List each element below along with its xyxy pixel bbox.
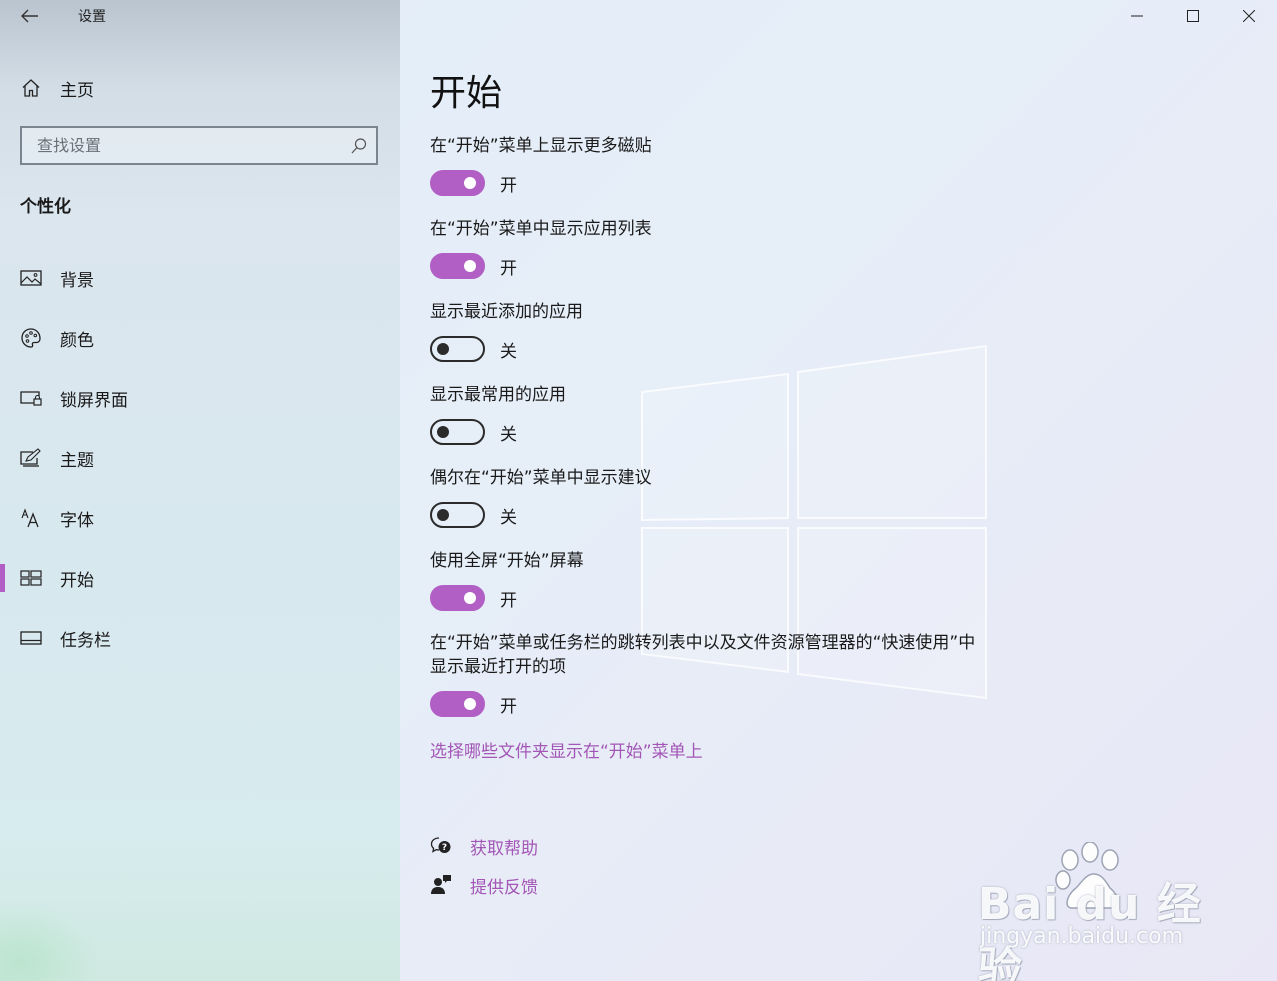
sidebar-item-themes[interactable]: 主题 <box>0 428 400 488</box>
setting-title: 使用全屏“开始”屏幕 <box>430 551 584 571</box>
sidebar-item-background[interactable]: 背景 <box>0 248 400 308</box>
minimize-button[interactable] <box>1109 0 1165 32</box>
lock-screen-icon <box>20 387 42 409</box>
back-arrow-icon <box>21 9 38 23</box>
setting-suggestions: 偶尔在“开始”菜单中显示建议 关 <box>430 466 1030 528</box>
give-feedback-row: 提供反馈 <box>430 872 538 898</box>
setting-recently-added: 显示最近添加的应用 关 <box>430 300 1030 362</box>
sidebar-item-label: 颜色 <box>60 330 94 351</box>
setting-title: 在“开始”菜单上显示更多磁贴 <box>430 136 652 156</box>
toggle-switch[interactable] <box>430 170 485 196</box>
page-title: 开始 <box>430 73 503 114</box>
sidebar-item-start[interactable]: 开始 <box>0 548 400 608</box>
palette-icon <box>20 327 42 349</box>
sidebar-item-label: 背景 <box>60 270 94 291</box>
setting-title: 显示最近添加的应用 <box>430 302 583 322</box>
sidebar-item-taskbar[interactable]: 任务栏 <box>0 608 400 668</box>
toggle-state-label: 开 <box>500 590 517 611</box>
search-input[interactable] <box>35 135 339 156</box>
maximize-button[interactable] <box>1165 0 1221 32</box>
toggle-state-label: 关 <box>500 507 517 528</box>
search-icon[interactable] <box>350 137 368 155</box>
setting-more-tiles: 在“开始”菜单上显示更多磁贴 开 <box>430 134 1030 196</box>
help-chat-icon: ? <box>430 835 452 857</box>
taskbar-icon <box>20 627 42 649</box>
picture-icon <box>20 267 42 289</box>
sidebar-item-label: 锁屏界面 <box>60 390 128 411</box>
back-button[interactable] <box>14 2 46 30</box>
settings-window: 设置 主页 个性化 <box>0 0 1277 981</box>
close-button[interactable] <box>1221 0 1277 32</box>
sidebar-nav: 背景 颜色 锁屏界面 主题 字体 开始 任务栏 <box>0 248 400 668</box>
toggle-state-label: 开 <box>500 258 517 279</box>
toggle-switch[interactable] <box>430 585 485 611</box>
svg-text:?: ? <box>442 843 447 853</box>
sidebar-item-label: 任务栏 <box>60 630 111 651</box>
give-feedback-link[interactable]: 提供反馈 <box>470 873 538 898</box>
toggle-switch[interactable] <box>430 419 485 445</box>
section-title: 个性化 <box>20 197 71 217</box>
toggle-switch[interactable] <box>430 691 485 717</box>
maximize-icon <box>1187 10 1199 22</box>
active-indicator <box>0 564 5 592</box>
home-icon <box>20 77 42 99</box>
toggle-switch[interactable] <box>430 502 485 528</box>
sidebar-item-label: 主页 <box>60 80 94 101</box>
setting-title: 在“开始”菜单中显示应用列表 <box>430 219 652 239</box>
sidebar: 设置 主页 个性化 <box>0 0 400 981</box>
setting-recent-items: 在“开始”菜单或任务栏的跳转列表中以及文件资源管理器的“快速使用”中 显示最近打… <box>430 631 1030 717</box>
minimize-icon <box>1131 15 1143 17</box>
toggle-state-label: 关 <box>500 424 517 445</box>
setting-most-used: 显示最常用的应用 关 <box>430 383 1030 445</box>
close-icon <box>1243 10 1255 22</box>
baidu-watermark: Bai du 经验 jingyan.baidu.com <box>978 842 1218 981</box>
toggle-state-label: 关 <box>500 341 517 362</box>
setting-app-list: 在“开始”菜单中显示应用列表 开 <box>430 217 1030 279</box>
choose-folders-link[interactable]: 选择哪些文件夹显示在“开始”菜单上 <box>430 737 703 762</box>
search-box <box>20 126 378 165</box>
sidebar-item-home[interactable]: 主页 <box>0 68 400 108</box>
sidebar-item-fonts[interactable]: 字体 <box>0 488 400 548</box>
sidebar-item-label: 开始 <box>60 570 94 591</box>
setting-full-screen-start: 使用全屏“开始”屏幕 开 <box>430 549 1030 611</box>
setting-title: 显示最常用的应用 <box>430 385 566 405</box>
toggle-switch[interactable] <box>430 253 485 279</box>
font-icon <box>20 507 42 529</box>
sidebar-item-label: 字体 <box>60 510 94 531</box>
get-help-link[interactable]: 获取帮助 <box>470 834 538 859</box>
sidebar-glow <box>0 901 100 981</box>
app-title: 设置 <box>78 9 106 25</box>
sidebar-item-colors[interactable]: 颜色 <box>0 308 400 368</box>
setting-title-line-1: 在“开始”菜单或任务栏的跳转列表中以及文件资源管理器的“快速使用”中 <box>430 633 976 653</box>
start-icon <box>20 567 42 589</box>
feedback-icon <box>430 874 452 896</box>
theme-icon <box>20 447 42 469</box>
setting-title-line-2: 显示最近打开的项 <box>430 657 566 677</box>
sidebar-item-lock-screen[interactable]: 锁屏界面 <box>0 368 400 428</box>
watermark-url: jingyan.baidu.com <box>980 924 1184 949</box>
toggle-switch[interactable] <box>430 336 485 362</box>
sidebar-item-label: 主题 <box>60 450 94 471</box>
toggle-state-label: 开 <box>500 175 517 196</box>
get-help-row: ? 获取帮助 <box>430 833 538 859</box>
toggle-state-label: 开 <box>500 696 517 717</box>
setting-title: 偶尔在“开始”菜单中显示建议 <box>430 468 652 488</box>
